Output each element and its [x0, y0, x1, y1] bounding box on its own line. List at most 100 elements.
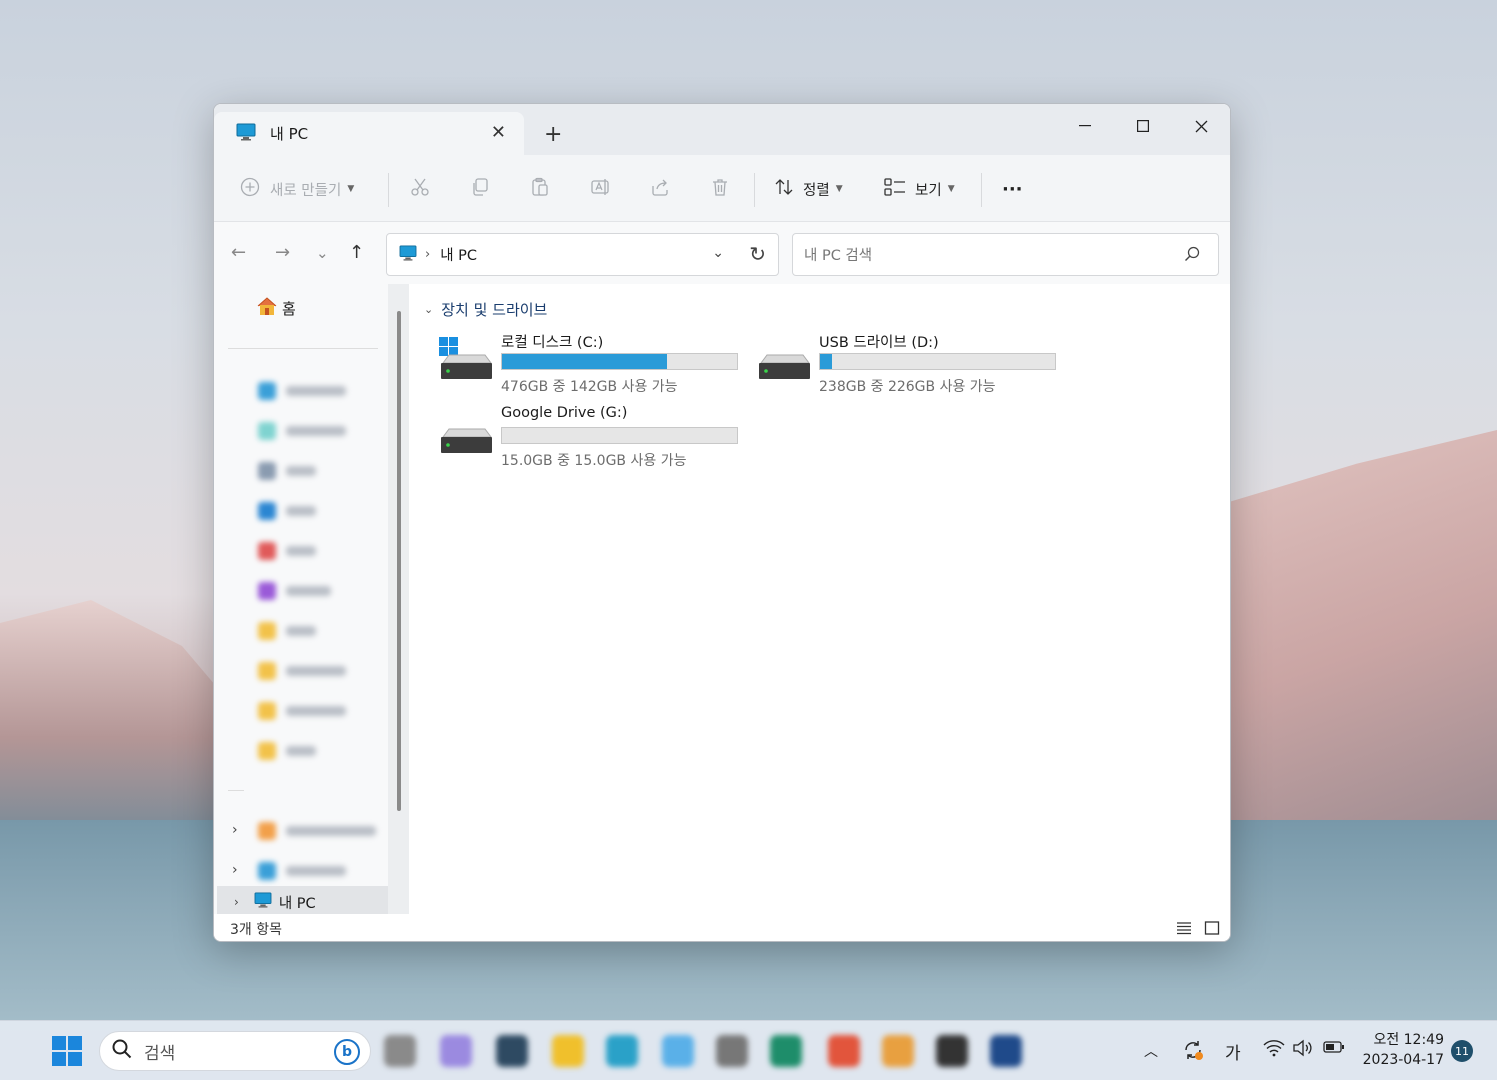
forward-button[interactable]: →: [275, 242, 290, 263]
view-button[interactable]: 보기 ▼: [884, 175, 955, 203]
toolbar-divider: [388, 173, 389, 207]
address-dropdown-icon[interactable]: ⌄: [712, 245, 724, 261]
taskbar: 검색 b ︿ 가 오전 12:49 2023-04-17 11: [0, 1020, 1497, 1080]
share-icon: [650, 177, 670, 201]
breadcrumb-item[interactable]: 내 PC: [440, 244, 477, 265]
sidebar-item-blurred[interactable]: [258, 622, 316, 640]
sidebar-item-blurred[interactable]: [258, 662, 346, 680]
close-tab-icon[interactable]: ✕: [491, 122, 506, 143]
drive-g[interactable]: Google Drive (G:) 15.0GB 중 15.0GB 사용 가능: [439, 405, 739, 469]
drive-usage-bar: [501, 427, 738, 444]
details-view-icon[interactable]: [1176, 920, 1192, 936]
bing-icon[interactable]: b: [334, 1039, 360, 1065]
taskbar-app-icon[interactable]: [552, 1035, 584, 1067]
clock[interactable]: 오전 12:49 2023-04-17: [1362, 1030, 1444, 1070]
clock-date: 2023-04-17: [1362, 1052, 1444, 1068]
clock-time: 오전 12:49: [1373, 1032, 1444, 1048]
chevron-down-icon: ⌄: [424, 303, 434, 316]
chevron-down-icon: ▼: [947, 184, 955, 194]
maximize-button[interactable]: [1114, 110, 1172, 142]
taskbar-search[interactable]: 검색 b: [99, 1031, 371, 1071]
search-box[interactable]: 내 PC 검색: [792, 233, 1219, 276]
drive-usage-bar: [819, 353, 1056, 370]
usb-drive-icon: [757, 337, 811, 383]
more-options-button[interactable]: ···: [1002, 175, 1023, 203]
sidebar-item-blurred[interactable]: [258, 382, 346, 400]
taskbar-app-icon[interactable]: [384, 1035, 416, 1067]
sidebar-item-blurred[interactable]: [258, 582, 331, 600]
taskbar-app-icon[interactable]: [828, 1035, 860, 1067]
sort-icon: [774, 177, 794, 201]
refresh-icon[interactable]: ↻: [749, 242, 766, 266]
drive-usage-fill: [820, 354, 832, 369]
back-button[interactable]: ←: [231, 242, 246, 263]
chevron-down-icon: ▼: [347, 184, 355, 194]
up-button[interactable]: ↑: [349, 242, 364, 263]
tiles-view-icon[interactable]: [1204, 920, 1220, 936]
sidebar-item-blurred[interactable]: [258, 822, 376, 840]
wifi-icon[interactable]: [1263, 1039, 1285, 1062]
show-hidden-icons-icon[interactable]: ︿: [1144, 1041, 1158, 1061]
sidebar-my-pc-label: 내 PC: [278, 895, 316, 912]
sidebar-item-blurred[interactable]: [258, 542, 316, 560]
chevron-right-icon[interactable]: ›: [232, 862, 238, 878]
sidebar-item-home[interactable]: 홈: [256, 296, 296, 320]
taskbar-app-icon[interactable]: [990, 1035, 1022, 1067]
new-button[interactable]: 새로 만들기 ▼: [240, 175, 354, 203]
tab-my-pc[interactable]: 내 PC ✕: [214, 112, 524, 155]
sidebar-item-blurred[interactable]: [258, 862, 346, 880]
sidebar-scroll-thumb[interactable]: [397, 311, 401, 811]
search-icon[interactable]: [1184, 246, 1200, 266]
drive-usage-fill: [502, 354, 667, 369]
volume-icon[interactable]: [1292, 1039, 1314, 1062]
taskbar-app-icon[interactable]: [770, 1035, 802, 1067]
status-bar: 3개 항목: [214, 914, 1230, 941]
taskbar-app-icon[interactable]: [716, 1035, 748, 1067]
battery-icon[interactable]: [1323, 1039, 1345, 1059]
sort-label: 정렬: [803, 182, 830, 199]
minimize-button[interactable]: [1056, 110, 1114, 142]
view-label: 보기: [915, 182, 942, 199]
sort-button[interactable]: 정렬 ▼: [774, 175, 843, 203]
drive-c[interactable]: 로컬 디스크 (C:) 476GB 중 142GB 사용 가능: [439, 331, 739, 395]
recent-locations-button[interactable]: ⌄: [316, 244, 329, 262]
toolbar-divider: [981, 173, 982, 207]
taskbar-app-icon[interactable]: [936, 1035, 968, 1067]
sidebar-item-blurred[interactable]: [258, 462, 316, 480]
close-window-button[interactable]: [1172, 110, 1230, 142]
cut-button[interactable]: [410, 175, 430, 203]
delete-button[interactable]: [710, 175, 730, 203]
taskbar-app-icon[interactable]: [440, 1035, 472, 1067]
title-bar: 내 PC ✕ +: [214, 104, 1230, 155]
taskbar-app-icon[interactable]: [882, 1035, 914, 1067]
paste-button[interactable]: [530, 175, 550, 203]
taskbar-app-icon[interactable]: [606, 1035, 638, 1067]
start-button[interactable]: [52, 1036, 82, 1066]
chevron-right-icon[interactable]: ›: [232, 822, 238, 838]
paste-icon: [530, 177, 550, 201]
taskbar-app-icon[interactable]: [496, 1035, 528, 1067]
new-tab-button[interactable]: +: [544, 122, 562, 147]
sidebar-item-blurred[interactable]: [258, 702, 346, 720]
sidebar-item-blurred[interactable]: [258, 742, 316, 760]
drive-d[interactable]: USB 드라이브 (D:) 238GB 중 226GB 사용 가능: [757, 331, 1057, 395]
address-bar[interactable]: › 내 PC ⌄ ↻: [386, 233, 779, 276]
computer-icon: [253, 892, 273, 912]
chevron-right-icon: ›: [234, 895, 239, 909]
notification-badge[interactable]: 11: [1451, 1040, 1473, 1062]
share-button[interactable]: [650, 175, 670, 203]
group-header-devices[interactable]: ⌄ 장치 및 드라이브: [424, 299, 547, 320]
sidebar-item-blurred[interactable]: [258, 502, 316, 520]
delete-icon: [710, 177, 730, 201]
taskbar-app-icon[interactable]: [662, 1035, 694, 1067]
tab-title: 내 PC: [270, 125, 309, 143]
drive-icon: [439, 411, 493, 457]
ime-indicator[interactable]: 가: [1225, 1039, 1241, 1064]
windows-drive-icon: [439, 337, 493, 383]
toolbar-divider: [754, 173, 755, 207]
copy-button[interactable]: [470, 175, 490, 203]
sync-icon[interactable]: [1182, 1039, 1204, 1066]
view-icon: [884, 178, 906, 200]
rename-button[interactable]: [590, 175, 610, 203]
sidebar-item-blurred[interactable]: [258, 422, 346, 440]
